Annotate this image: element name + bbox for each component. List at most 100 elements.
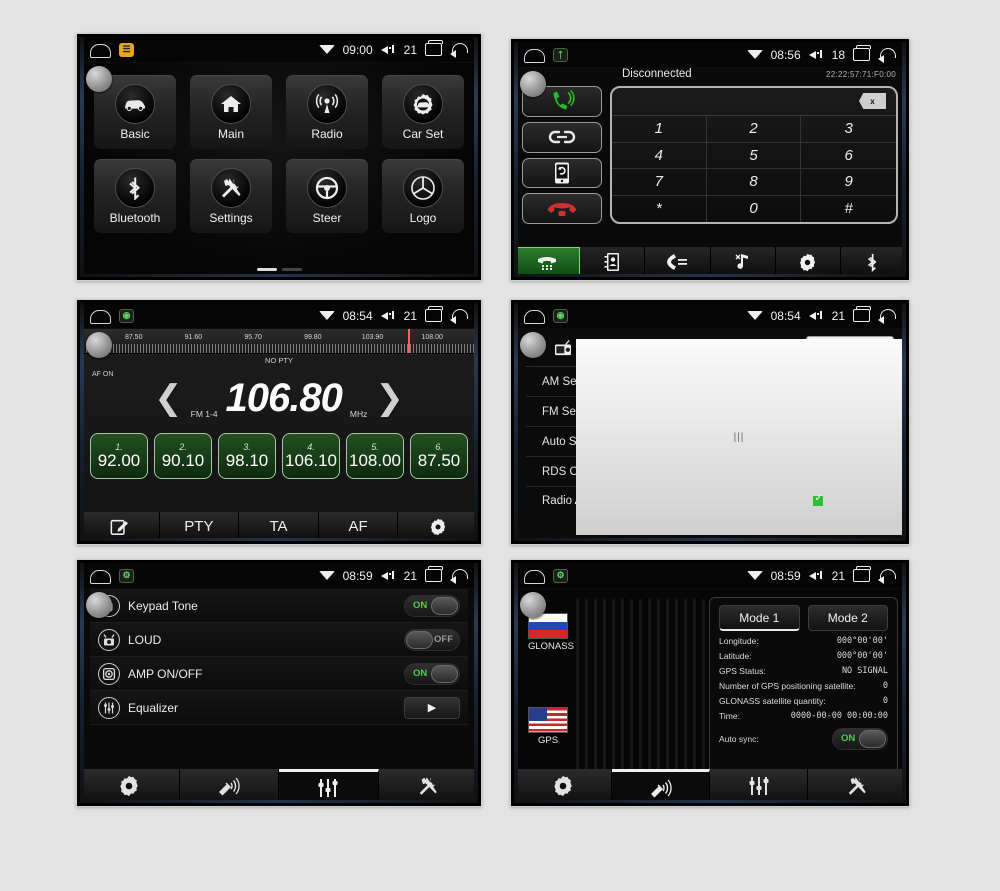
preset-button[interactable]: 6. 87.50: [410, 433, 468, 479]
tile-radio[interactable]: Radio: [286, 75, 368, 149]
home-icon[interactable]: [90, 569, 111, 584]
tab-dialpad[interactable]: [514, 247, 581, 277]
loud-toggle[interactable]: OFF: [404, 628, 460, 651]
dial-key[interactable]: *: [612, 195, 707, 222]
tab-pty[interactable]: PTY: [159, 512, 240, 541]
tab-general[interactable]: [80, 769, 180, 803]
backspace-button[interactable]: x: [859, 93, 886, 109]
tune-up-button[interactable]: ❯: [375, 381, 404, 415]
home-icon[interactable]: [524, 569, 545, 584]
dial-key[interactable]: 9: [801, 169, 896, 196]
row-amp[interactable]: AMP ON/OFF ON: [90, 657, 468, 691]
recents-icon[interactable]: [853, 45, 871, 61]
volume-knob[interactable]: [520, 332, 546, 358]
volume-knob[interactable]: [86, 66, 112, 92]
equalizer-open-button[interactable]: ▶: [404, 696, 460, 719]
tab-bt-device[interactable]: [840, 247, 906, 277]
mode-2-button[interactable]: Mode 2: [807, 605, 888, 631]
home-icon[interactable]: [90, 43, 111, 58]
volume-knob[interactable]: [86, 592, 112, 618]
back-icon[interactable]: [878, 309, 896, 324]
page-dot[interactable]: [256, 268, 277, 271]
app-icon[interactable]: ☰: [119, 42, 134, 57]
recents-icon[interactable]: [425, 306, 443, 322]
tab-audio[interactable]: [710, 769, 808, 803]
back-icon[interactable]: [878, 569, 896, 584]
recents-icon[interactable]: [853, 306, 871, 322]
recents-icon[interactable]: [853, 566, 871, 582]
tab-contacts[interactable]: [580, 247, 646, 277]
tab-bt-settings[interactable]: [775, 247, 841, 277]
tile-settings[interactable]: Settings: [190, 159, 272, 233]
page-dot[interactable]: [281, 268, 302, 271]
dial-key[interactable]: 3: [801, 116, 896, 143]
home-icon[interactable]: [524, 48, 545, 63]
dial-key[interactable]: 8: [706, 169, 802, 196]
dial-key[interactable]: 1: [612, 116, 707, 143]
recents-icon[interactable]: [425, 40, 443, 56]
tab-edit-presets[interactable]: [80, 512, 160, 541]
band-label[interactable]: FM 1-4: [191, 409, 218, 431]
transfer-audio-button[interactable]: [522, 157, 602, 189]
tab-bt-music[interactable]: [710, 247, 776, 277]
volume-knob[interactable]: [86, 332, 112, 358]
back-icon[interactable]: [450, 569, 468, 584]
preset-button[interactable]: 5. 108.00: [346, 433, 404, 479]
dial-key[interactable]: 4: [612, 142, 707, 169]
tab-gps[interactable]: [612, 769, 710, 803]
tab-factory[interactable]: [378, 769, 478, 803]
row-label: Keypad Tone: [128, 598, 198, 613]
radio-app-icon[interactable]: ◉: [119, 308, 134, 323]
home-icon[interactable]: [524, 309, 545, 324]
row-loud[interactable]: LOUD OFF: [90, 623, 468, 657]
back-icon[interactable]: [450, 43, 468, 58]
tab-af[interactable]: AF: [318, 512, 399, 541]
tile-main[interactable]: Main: [190, 75, 272, 149]
tab-call-log[interactable]: [645, 247, 711, 277]
settings-app-icon[interactable]: ⚙: [119, 568, 134, 583]
dial-display[interactable]: x: [612, 88, 896, 116]
preset-button[interactable]: 1. 92.00: [90, 433, 148, 479]
tab-factory[interactable]: [808, 769, 906, 803]
tab-general[interactable]: [514, 769, 612, 803]
bluetooth-app-icon[interactable]: ᛏ: [553, 47, 568, 62]
row-equalizer[interactable]: Equalizer ▶: [90, 691, 468, 725]
dial-key[interactable]: 2: [706, 116, 802, 143]
dial-key[interactable]: 5: [706, 142, 802, 169]
dial-key[interactable]: 0: [707, 195, 802, 222]
tile-steer[interactable]: Steer: [286, 159, 368, 233]
tab-gps[interactable]: [179, 769, 279, 803]
tile-logo[interactable]: Logo: [382, 159, 464, 233]
row-keypad-tone[interactable]: Keypad Tone ON: [90, 589, 468, 623]
tab-ta[interactable]: TA: [239, 512, 319, 541]
pair-link-button[interactable]: [522, 121, 602, 153]
preset-button[interactable]: 2. 90.10: [154, 433, 212, 479]
tune-down-button[interactable]: ❮: [154, 381, 183, 415]
preset-button[interactable]: 4. 106.10: [282, 433, 340, 479]
back-icon[interactable]: [450, 309, 468, 324]
tile-bluetooth[interactable]: Bluetooth: [94, 159, 176, 233]
keypad-tone-toggle[interactable]: ON: [404, 594, 460, 617]
autosync-toggle[interactable]: ON: [832, 728, 888, 750]
volume-knob[interactable]: [520, 71, 546, 97]
amp-toggle[interactable]: ON: [404, 662, 460, 685]
info-key: GLONASS satellite quantity:: [719, 696, 826, 706]
tab-audio[interactable]: [279, 769, 379, 803]
radio-app-icon[interactable]: ◉: [553, 308, 568, 323]
tuning-scale[interactable]: 87.50 91.60 95.70 99.80 103.90 108.00: [80, 329, 478, 354]
rds-switch[interactable]: ✔ |||: [576, 339, 902, 535]
tab-radio-settings[interactable]: [398, 512, 478, 541]
end-call-button[interactable]: [522, 193, 602, 224]
mode-1-button[interactable]: Mode 1: [719, 605, 800, 631]
tile-car-set[interactable]: Car Set: [382, 75, 464, 149]
home-icon[interactable]: [90, 309, 111, 324]
settings-app-icon[interactable]: ⚙: [553, 568, 568, 583]
dial-key[interactable]: #: [801, 196, 896, 223]
dial-key[interactable]: 7: [612, 169, 707, 196]
recents-icon[interactable]: [425, 566, 443, 582]
preset-button[interactable]: 3. 98.10: [218, 433, 276, 479]
back-icon[interactable]: [878, 48, 896, 63]
info-value: 000°00'00': [836, 636, 888, 646]
dial-key[interactable]: 6: [801, 143, 896, 169]
volume-knob[interactable]: [520, 592, 546, 618]
